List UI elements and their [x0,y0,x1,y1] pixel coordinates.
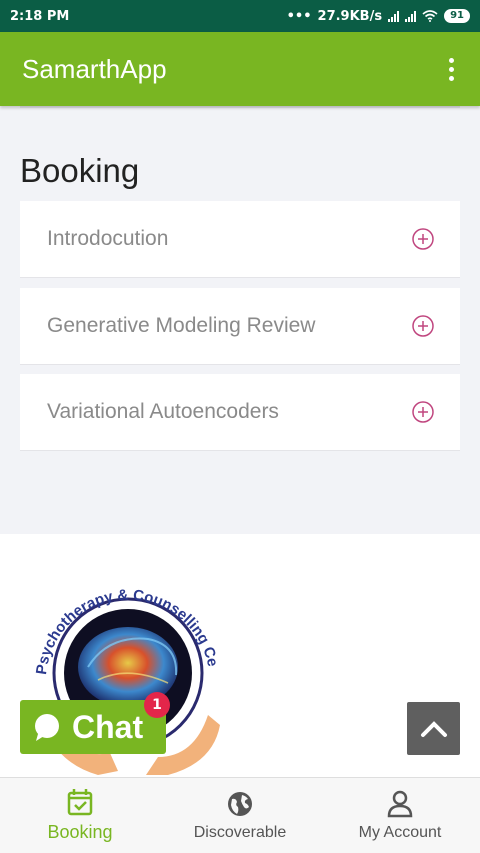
chat-button[interactable]: Chat 1 [20,692,170,754]
accordion-item-variational-autoencoders[interactable]: Variational Autoencoders [20,374,460,451]
status-time: 2:18 PM [10,8,70,24]
battery-icon: 91 [444,9,470,23]
chevron-up-icon [420,720,447,737]
nav-item-booking[interactable]: Booking [0,778,160,853]
globe-icon [228,791,252,816]
page-title: Booking [20,152,140,189]
network-speed: 27.9KB/s [317,8,383,24]
chat-label: Chat [72,708,144,745]
nav-label: Booking [47,822,113,842]
nav-item-discoverable[interactable]: Discoverable [160,778,320,853]
plus-circle-icon[interactable] [412,315,434,337]
plus-circle-icon[interactable] [412,228,434,250]
accordion-label: Generative Modeling Review [47,314,316,337]
status-bar: 2:18 PM ••• 27.9KB/s 91 [0,0,480,32]
accordion-label: Introdocution [47,227,169,250]
wifi-icon [422,10,438,22]
kebab-menu-icon[interactable] [445,54,458,85]
chat-bubble-icon [35,714,59,741]
chat-badge: 1 [144,692,170,718]
calendar-check-icon [67,789,93,816]
person-icon [387,790,413,817]
app-bar: SamarthApp [0,32,480,106]
scroll-to-top-button[interactable] [407,702,460,755]
nav-label: Discoverable [193,823,287,841]
accordion-item-generative-modeling[interactable]: Generative Modeling Review [20,288,460,365]
status-indicators: ••• 27.9KB/s 91 [287,9,470,24]
app-title: SamarthApp [22,53,167,84]
accordion-label: Variational Autoencoders [47,400,279,423]
nav-item-my-account[interactable]: My Account [320,778,480,853]
booking-section: Booking Introdocution Generative Modelin… [0,106,480,534]
plus-circle-icon[interactable] [412,401,434,423]
accordion-item-introduction[interactable]: Introdocution [20,201,460,278]
nav-label: My Account [358,823,442,841]
signal-icon-2 [405,10,417,22]
bottom-nav: Booking Discoverable My Account [0,777,480,853]
divider [20,106,460,108]
more-dots-icon: ••• [286,8,312,24]
signal-icon [388,10,400,22]
